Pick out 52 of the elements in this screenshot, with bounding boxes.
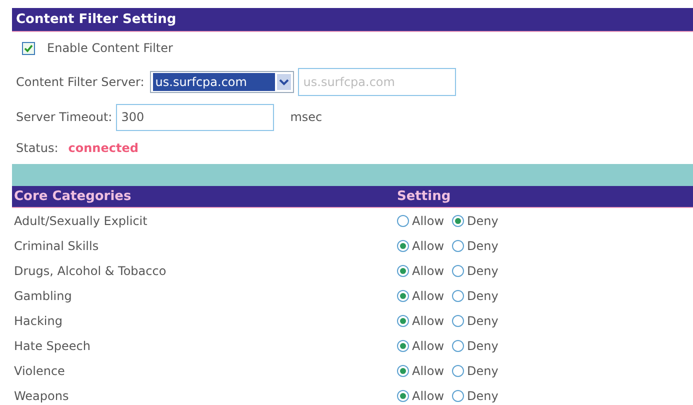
option-label: Allow [412,262,444,280]
category-name: Adult/Sexually Explicit [13,212,148,230]
column-header: Setting [397,188,451,206]
radio-button[interactable] [397,240,409,252]
option-label: Deny [467,362,498,380]
option-label: Deny [467,238,498,254]
radio-button[interactable] [397,340,409,352]
option-label: Deny [467,288,498,304]
category-name: Hacking [13,312,64,330]
radio-button[interactable] [397,264,409,276]
option-label: Deny [467,212,498,230]
timeout-field[interactable]: 300 [116,104,274,130]
server-dropdown[interactable]: us.surfcpa.com [150,71,294,93]
radio-button[interactable] [452,264,464,276]
option-label: Allow [412,388,444,404]
option-label: Deny [467,338,498,354]
option-label: Allow [412,238,444,254]
radio-button[interactable] [452,340,464,352]
category-name: Violence [13,362,66,380]
radio-button[interactable] [452,364,464,376]
radio-button[interactable] [452,240,464,252]
radio-button[interactable] [397,290,409,302]
radio-button[interactable] [452,214,464,226]
timeout-label: Server Timeout: [16,109,112,126]
radio-button[interactable] [452,290,464,302]
status-label: Status: [16,140,58,157]
radio-button[interactable] [397,314,409,326]
category-name: Gambling [13,288,73,304]
option-label: Deny [467,388,498,404]
timeout-unit: msec [290,109,322,126]
radio-button[interactable] [452,390,464,402]
category-name: Weapons [13,388,70,404]
radio-button[interactable] [397,214,409,226]
radio-button[interactable] [397,390,409,402]
category-name: Criminal Skills [13,238,100,254]
option-label: Allow [412,362,444,380]
option-label: Deny [467,312,498,330]
option-label: Allow [412,338,444,354]
panel-title: Content Filter Setting [16,10,176,29]
checkbox[interactable] [22,42,35,54]
column-header: Core Categories [13,188,132,206]
server-label: Content Filter Server: [16,74,144,91]
radio-button[interactable] [397,364,409,376]
category-name: Drugs, Alcohol & Tobacco [13,262,168,280]
option-label: Allow [412,288,444,304]
category-name: Hate Speech [13,338,92,354]
status-value: connected [68,140,138,157]
option-label: Allow [412,212,444,230]
option-label: Deny [467,262,498,280]
enable-label: Enable Content Filter [47,40,173,57]
radio-button[interactable] [452,314,464,326]
option-label: Allow [412,312,444,330]
